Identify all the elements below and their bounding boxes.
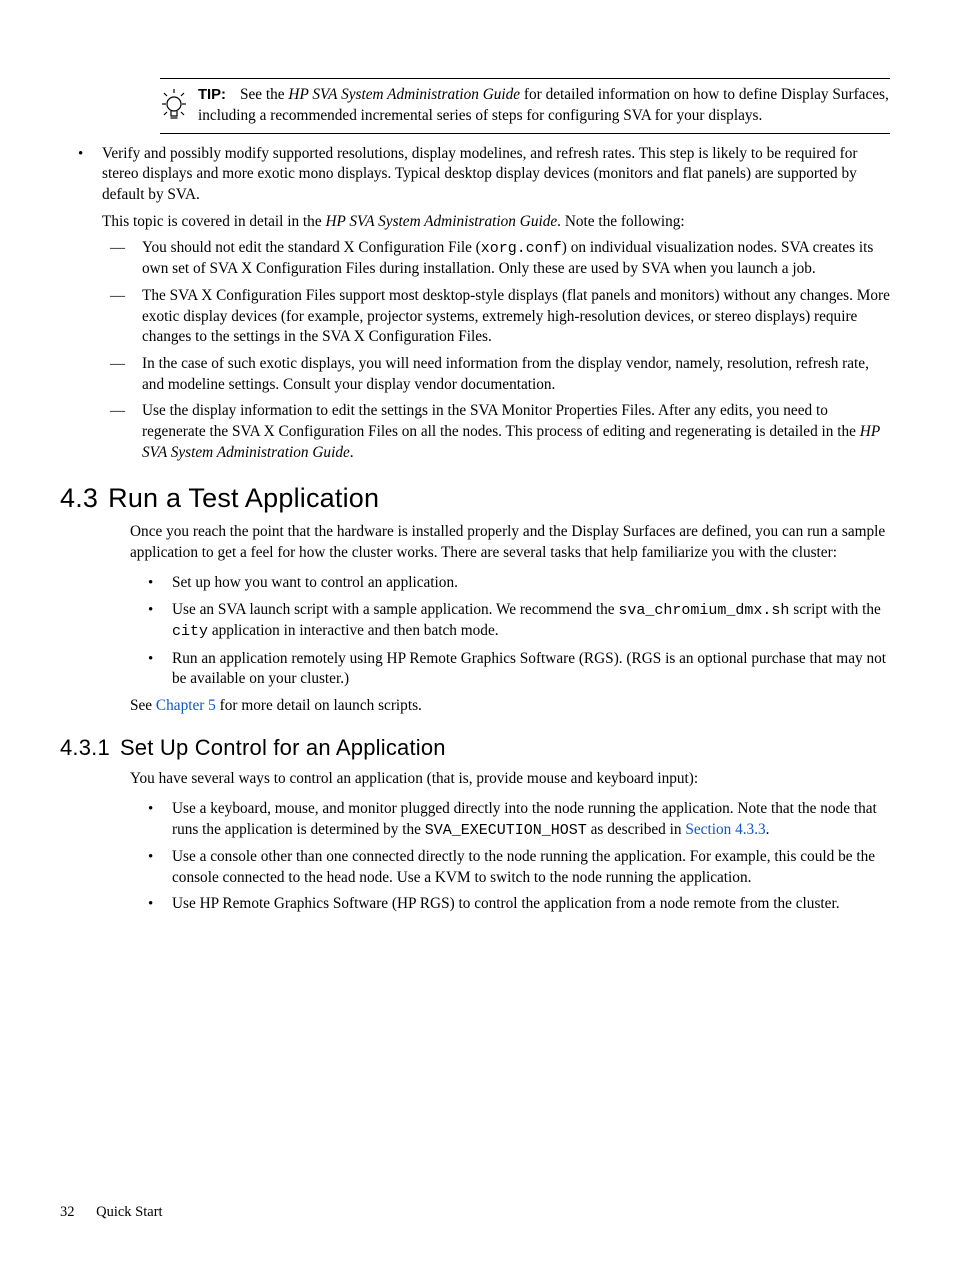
list-item: Use the display information to edit the …: [102, 401, 894, 463]
bullet-list: Set up how you want to control an applic…: [130, 573, 890, 689]
inline-code: sva_chromium_dmx.sh: [618, 602, 789, 619]
bullet-list-continuation: Verify and possibly modify supported res…: [60, 144, 894, 464]
link-chapter-5[interactable]: Chapter 5: [156, 697, 216, 714]
paragraph: You have several ways to control an appl…: [130, 769, 890, 790]
dash-list: You should not edit the standard X Confi…: [102, 238, 894, 463]
tip-label: TIP:: [198, 87, 226, 103]
lightbulb-icon: [160, 87, 188, 125]
link-section-4-3-3[interactable]: Section 4.3.3: [685, 821, 765, 838]
page-footer: 32 Quick Start: [60, 1204, 181, 1221]
bullet-paragraph: This topic is covered in detail in the H…: [102, 212, 894, 233]
bullet-paragraph: Verify and possibly modify supported res…: [102, 145, 858, 203]
paragraph: Once you reach the point that the hardwa…: [130, 522, 890, 563]
list-item: Use HP Remote Graphics Software (HP RGS)…: [130, 894, 890, 915]
section-heading-4-3-1: 4.3.1 Set Up Control for an Application: [60, 735, 894, 761]
list-item: You should not edit the standard X Confi…: [102, 238, 894, 280]
footer-title: Quick Start: [96, 1204, 162, 1220]
list-item: Verify and possibly modify supported res…: [60, 144, 894, 464]
section-heading-4-3: 4.3 Run a Test Application: [60, 483, 894, 514]
inline-code: xorg.conf: [481, 240, 562, 257]
tip-doc-title: HP SVA System Administration Guide: [288, 86, 520, 103]
inline-code: city: [172, 623, 208, 640]
bullet-list: Use a keyboard, mouse, and monitor plugg…: [130, 799, 890, 915]
list-item: Set up how you want to control an applic…: [130, 573, 890, 594]
tip-body-before: See the: [240, 86, 288, 103]
list-item: Use an SVA launch script with a sample a…: [130, 600, 890, 643]
section-4-3-1-body: You have several ways to control an appl…: [130, 769, 890, 915]
section-number: 4.3.1: [60, 735, 110, 760]
page: TIP: See the HP SVA System Administration…: [0, 0, 954, 1271]
list-item: Run an application remotely using HP Rem…: [130, 649, 890, 690]
list-item: In the case of such exotic displays, you…: [102, 354, 894, 395]
section-title: Run a Test Application: [108, 483, 379, 513]
paragraph: See Chapter 5 for more detail on launch …: [130, 696, 890, 717]
page-number: 32: [60, 1204, 75, 1220]
section-4-3-body: Once you reach the point that the hardwa…: [130, 522, 890, 716]
section-title: Set Up Control for an Application: [120, 735, 446, 760]
doc-title: HP SVA System Administration Guide: [325, 213, 557, 230]
tip-text: TIP: See the HP SVA System Administration…: [198, 85, 890, 127]
tip-callout: TIP: See the HP SVA System Administration…: [160, 78, 890, 134]
section-number: 4.3: [60, 483, 98, 513]
list-item: Use a keyboard, mouse, and monitor plugg…: [130, 799, 890, 841]
list-item: The SVA X Configuration Files support mo…: [102, 286, 894, 348]
list-item: Use a console other than one connected d…: [130, 847, 890, 888]
inline-code: SVA_EXECUTION_HOST: [425, 822, 587, 839]
